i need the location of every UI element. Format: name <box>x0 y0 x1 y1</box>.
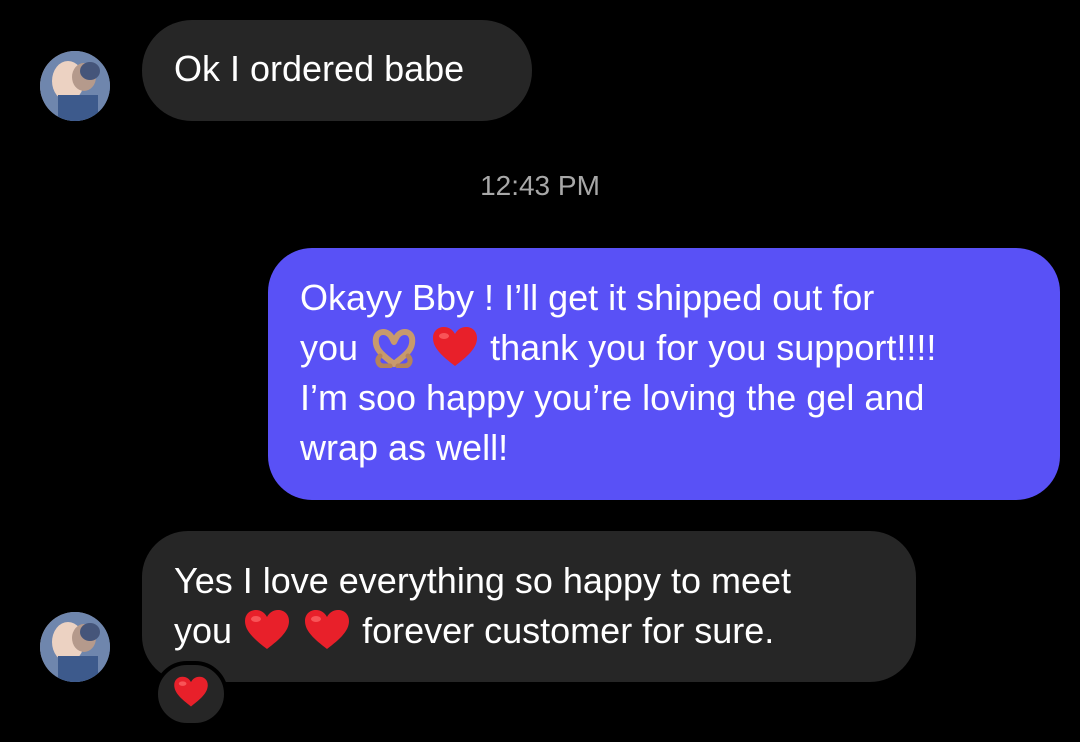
message-text-line: Okayy Bby ! I’ll get it shipped out for <box>300 277 875 318</box>
incoming-message[interactable]: Yes I love everything so happy to meet y… <box>142 531 916 682</box>
contact-avatar[interactable] <box>40 612 110 682</box>
message-text-fragment: you <box>174 610 233 651</box>
message-timestamp: 12:43 PM <box>480 170 600 201</box>
message-text-line: Yes I love everything so happy to meet <box>174 560 792 601</box>
message-text-line: I’m soo happy you’re loving the gel and <box>300 377 925 418</box>
avatar-photo-icon <box>40 612 110 682</box>
red-heart-icon <box>244 609 290 664</box>
message-reaction[interactable] <box>154 661 228 727</box>
avatar-photo-icon <box>40 51 110 121</box>
contact-avatar[interactable] <box>40 51 110 121</box>
incoming-message[interactable]: Ok I ordered babe <box>142 20 532 121</box>
message-text-line: you forever customer for sure. <box>174 606 884 656</box>
message-text-line: wrap as well! <box>300 427 509 468</box>
message-text-fragment: thank you for you support!!!! <box>490 327 937 368</box>
message-text-fragment: forever customer for sure. <box>362 610 775 651</box>
red-heart-icon <box>304 609 350 664</box>
red-heart-icon <box>173 676 209 713</box>
message-text: Ok I ordered babe <box>174 48 465 89</box>
message-text-line: you thank you for you support!!!! <box>300 323 1028 373</box>
message-text-fragment: you <box>300 327 359 368</box>
outgoing-message[interactable]: Okayy Bby ! I’ll get it shipped out for … <box>268 248 1060 500</box>
